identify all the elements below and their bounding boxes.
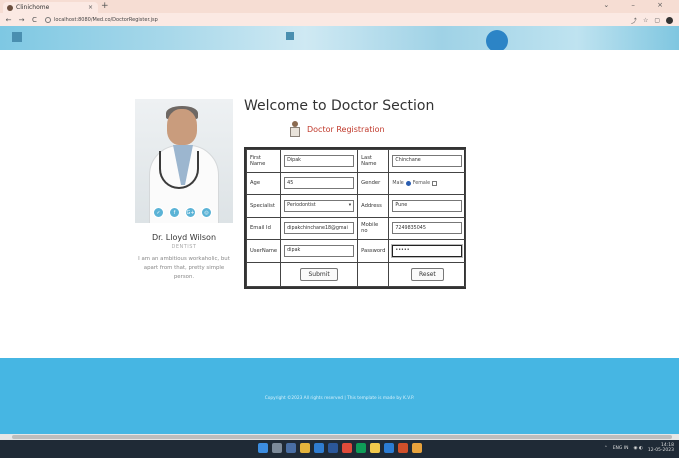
gender-label: Gender xyxy=(357,171,390,196)
empty-cell xyxy=(245,261,282,288)
browser-tab-bar: Clinichome × + ⌄ – × xyxy=(0,0,679,13)
header-banner-image xyxy=(0,26,679,50)
copyright-text: Copyright ©2023 All rights reserved | Th… xyxy=(264,396,415,401)
doctor-name: Dr. Lloyd Wilson xyxy=(151,233,217,242)
tray-chevron-icon[interactable]: ⌃ xyxy=(604,446,608,451)
social-links: ✓ f G+ ◎ xyxy=(153,207,212,218)
vscode-icon[interactable] xyxy=(384,443,394,453)
url-text: localhost:8080/Med.co/DoctorRegister.jsp xyxy=(54,16,158,23)
password-input[interactable]: ••••• xyxy=(392,244,463,257)
doctor-icon xyxy=(289,121,301,137)
mobile-label: Mobile no xyxy=(357,216,390,241)
start-icon[interactable] xyxy=(258,443,268,453)
browser-tab[interactable]: Clinichome × xyxy=(3,2,98,13)
share-icon[interactable]: ⤴ xyxy=(631,16,637,25)
age-label: Age xyxy=(245,171,282,196)
banner-decoration xyxy=(286,32,294,40)
first-name-label: First Name xyxy=(245,149,282,173)
specialist-label: Specialist xyxy=(245,194,282,218)
specialist-value: Periodontist xyxy=(287,203,316,209)
doctor-profile-card: ✓ f G+ ◎ Dr. Lloyd Wilson DENTIST I am a… xyxy=(135,99,233,282)
username-label: UserName xyxy=(245,239,282,263)
store-icon[interactable] xyxy=(328,443,338,453)
site-info-icon[interactable] xyxy=(45,16,51,23)
search-icon[interactable] xyxy=(272,443,282,453)
username-input[interactable]: dipak xyxy=(284,244,355,257)
new-tab-button[interactable]: + xyxy=(101,1,109,11)
age-input[interactable]: 45 xyxy=(284,177,355,190)
submit-button[interactable]: Submit xyxy=(300,267,338,281)
tab-title: Clinichome xyxy=(16,4,50,11)
network-volume-icons[interactable]: ◉ ◐ xyxy=(634,446,643,451)
address-input[interactable]: Pune xyxy=(392,199,463,212)
doctor-registration-form: First Name Dipak Last Name Chinchane Age… xyxy=(244,147,467,289)
password-label: Password xyxy=(357,239,390,263)
forward-icon[interactable]: → xyxy=(17,16,26,24)
chevron-down-icon: ▾ xyxy=(348,203,352,209)
app-icon[interactable] xyxy=(412,443,422,453)
app-icon[interactable] xyxy=(370,443,380,453)
app-icon[interactable] xyxy=(356,443,366,453)
profile-avatar-icon[interactable] xyxy=(666,17,673,24)
bookmark-star-icon[interactable]: ☆ xyxy=(643,17,648,24)
file-explorer-icon[interactable] xyxy=(300,443,310,453)
email-label: Email Id xyxy=(245,216,282,241)
first-name-input[interactable]: Dipak xyxy=(284,154,355,167)
form-title: Doctor Registration xyxy=(307,124,385,134)
doctor-role: DENTIST xyxy=(171,244,197,250)
gender-female-label: Female xyxy=(412,180,431,186)
form-heading: Doctor Registration xyxy=(289,121,385,137)
doctor-photo: ✓ f G+ ◎ xyxy=(135,99,233,223)
banner-decoration xyxy=(12,32,22,42)
page-footer: Copyright ©2023 All rights reserved | Th… xyxy=(0,358,679,434)
specialist-select[interactable]: Periodontist ▾ xyxy=(284,199,355,212)
browser-actions: ⤴ ☆ ▢ xyxy=(631,16,673,25)
url-field[interactable]: localhost:8080/Med.co/DoctorRegister.jsp xyxy=(45,16,158,23)
email-input[interactable]: dipakchinchane18@gmai xyxy=(284,222,355,235)
address-bar: ← → C localhost:8080/Med.co/DoctorRegist… xyxy=(0,13,679,26)
address-label: Address xyxy=(357,194,390,218)
language-indicator[interactable]: ENG IN xyxy=(613,446,629,451)
task-view-icon[interactable] xyxy=(286,443,296,453)
scrollbar-thumb[interactable] xyxy=(12,435,672,439)
tab-close-icon[interactable]: × xyxy=(88,4,93,11)
google-plus-icon[interactable]: G+ xyxy=(185,207,196,218)
window-controls[interactable]: ⌄ – × xyxy=(603,1,673,9)
back-icon[interactable]: ← xyxy=(4,16,13,24)
banner-decoration xyxy=(486,30,508,50)
date: 12-05-2023 xyxy=(647,448,674,453)
favicon-icon xyxy=(7,4,13,11)
gender-female-checkbox[interactable] xyxy=(432,180,438,186)
gender-male-radio[interactable] xyxy=(405,180,411,186)
facebook-icon[interactable]: f xyxy=(169,207,180,218)
reload-icon[interactable]: C xyxy=(30,16,39,24)
app-icon[interactable] xyxy=(398,443,408,453)
last-name-label: Last Name xyxy=(357,149,390,173)
taskbar-apps xyxy=(258,443,422,453)
clock[interactable]: 14:18 12-05-2023 xyxy=(648,443,674,453)
empty-cell xyxy=(357,261,390,288)
page-title: Welcome to Doctor Section xyxy=(244,98,435,114)
gender-male-label: Male xyxy=(392,180,404,186)
last-name-input[interactable]: Chinchane xyxy=(392,154,463,167)
edge-icon[interactable] xyxy=(314,443,324,453)
system-tray: ⌃ ENG IN ◉ ◐ 14:18 12-05-2023 xyxy=(604,443,674,453)
mobile-input[interactable]: 7249835045 xyxy=(392,222,463,235)
sidebar-icon[interactable]: ▢ xyxy=(654,17,660,24)
social-icon-1[interactable]: ✓ xyxy=(153,207,164,218)
os-taskbar: ⌃ ENG IN ◉ ◐ 14:18 12-05-2023 xyxy=(0,440,679,458)
chrome-icon[interactable] xyxy=(342,443,352,453)
doctor-bio: I am an ambitious workaholic, but apart … xyxy=(138,256,230,280)
reset-button[interactable]: Reset xyxy=(410,267,444,281)
gender-options: Male Female xyxy=(392,180,462,186)
social-icon-4[interactable]: ◎ xyxy=(201,207,212,218)
